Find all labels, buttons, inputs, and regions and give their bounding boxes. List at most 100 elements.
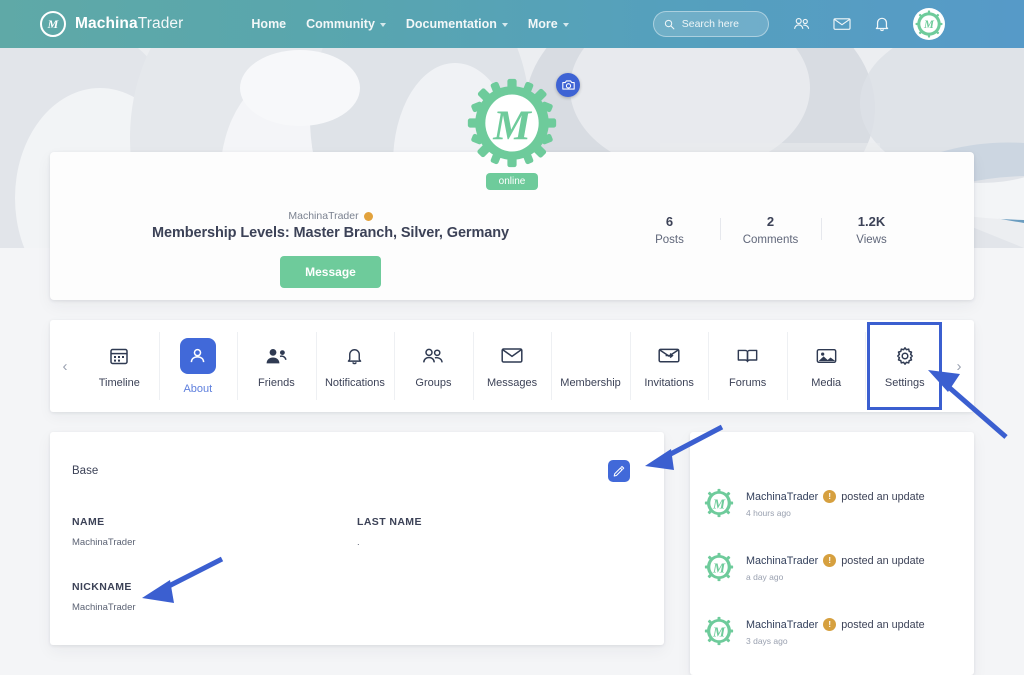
tabs-next-button[interactable]: › xyxy=(944,320,974,412)
stat-views-value: 1.2K xyxy=(857,214,886,229)
verified-badge-icon xyxy=(363,211,373,221)
calendar-icon xyxy=(109,344,129,368)
activity-timestamp: 4 hours ago xyxy=(746,508,791,518)
change-cover-photo-button[interactable] xyxy=(556,73,580,97)
activity-feed-panel: M MachinaTrader ! posted an update 4 hou… xyxy=(690,432,974,675)
stat-posts[interactable]: 6 Posts xyxy=(619,214,720,246)
top-navigation-bar: M MachinaTrader Home Community Documenta… xyxy=(0,0,1024,48)
activity-avatar: M xyxy=(704,616,734,646)
svg-text:M: M xyxy=(712,496,726,511)
tab-membership[interactable]: Membership xyxy=(551,320,630,412)
profile-header-card: M online MachinaTrader Membership Levels… xyxy=(50,73,974,300)
activity-badge-icon: ! xyxy=(823,490,837,503)
field-value-last-name: . xyxy=(357,537,360,548)
tab-forums[interactable]: Forums xyxy=(708,320,787,412)
activity-text: MachinaTrader ! posted an update 3 days … xyxy=(746,616,925,646)
stat-posts-label: Posts xyxy=(655,234,684,246)
profile-stats: 6 Posts 2 Comments 1.2K Views xyxy=(619,214,922,246)
profile-username-row: MachinaTrader xyxy=(102,210,559,222)
bell-icon xyxy=(345,344,364,368)
messages-icon[interactable] xyxy=(833,16,851,32)
nav-label-documentation: Documentation xyxy=(405,17,497,31)
profile-identity: MachinaTrader Membership Levels: Master … xyxy=(102,210,619,288)
main-nav: Home Community Documentation More xyxy=(251,17,569,31)
search-icon xyxy=(664,19,675,29)
tab-friends[interactable]: Friends xyxy=(237,320,316,412)
svg-text:M: M xyxy=(492,103,532,150)
tab-label-friends: Friends xyxy=(258,376,295,389)
brand-logo-link[interactable]: M MachinaTrader xyxy=(40,11,183,37)
profile-membership-line: Membership Levels: Master Branch, Silver… xyxy=(152,225,509,241)
activity-username[interactable]: MachinaTrader xyxy=(746,619,818,631)
search-input[interactable]: Search here xyxy=(652,11,769,37)
tab-messages[interactable]: Messages xyxy=(472,320,552,412)
stat-views[interactable]: 1.2K Views xyxy=(821,214,922,246)
nav-item-home[interactable]: Home xyxy=(251,17,286,31)
activity-line: MachinaTrader ! posted an update xyxy=(746,618,925,631)
tab-groups[interactable]: Groups xyxy=(394,320,473,412)
tab-timeline[interactable]: Timeline xyxy=(80,320,159,412)
brand-name-bold: Machina xyxy=(75,15,138,32)
nav-label-community: Community xyxy=(306,17,375,31)
activity-item[interactable]: M MachinaTrader ! posted an update 3 day… xyxy=(690,616,974,675)
chevron-down-icon xyxy=(562,23,569,27)
activity-text: MachinaTrader ! posted an update a day a… xyxy=(746,552,925,582)
edit-pencil-icon xyxy=(613,465,625,477)
field-label-last-name: LAST NAME xyxy=(357,516,422,528)
svg-text:M: M xyxy=(712,560,726,575)
profile-tab-bar: ‹ Timeline About Friends Notifications G… xyxy=(50,320,974,412)
nav-item-community[interactable]: Community xyxy=(306,17,386,31)
about-card-header: Base xyxy=(50,432,664,482)
tab-label-messages: Messages xyxy=(486,376,538,389)
book-icon xyxy=(737,344,758,368)
activity-username[interactable]: MachinaTrader xyxy=(746,491,818,503)
activity-item[interactable]: M MachinaTrader ! posted an update a day… xyxy=(690,552,974,616)
tab-invitations[interactable]: Invitations xyxy=(629,320,709,412)
activity-badge-icon: ! xyxy=(823,618,837,631)
field-last-name: LAST NAME . xyxy=(357,516,642,548)
field-label-nickname: NICKNAME xyxy=(72,581,132,593)
tab-settings[interactable]: Settings xyxy=(865,320,944,412)
search-placeholder: Search here xyxy=(681,18,739,30)
field-value-name: MachinaTrader xyxy=(72,537,136,548)
account-avatar[interactable]: M xyxy=(912,8,945,40)
message-button[interactable]: Message xyxy=(280,256,381,288)
field-name: NAME MachinaTrader xyxy=(72,516,357,548)
profile-username: MachinaTrader xyxy=(288,210,359,222)
tab-about[interactable]: About xyxy=(158,320,238,412)
tab-label-forums: Forums xyxy=(729,376,767,389)
nav-item-more[interactable]: More xyxy=(528,17,569,31)
stat-comments-label: Comments xyxy=(742,234,799,246)
friend-add-icon xyxy=(265,344,287,368)
tab-notifications[interactable]: Notifications xyxy=(315,320,395,412)
notifications-icon[interactable] xyxy=(873,16,891,32)
envelope-icon xyxy=(501,344,523,368)
nav-label-more: More xyxy=(527,17,558,31)
field-value-nickname: MachinaTrader xyxy=(72,602,136,613)
invitation-icon xyxy=(658,344,680,368)
chevron-down-icon xyxy=(379,23,386,27)
person-icon xyxy=(179,337,216,374)
group-icon xyxy=(422,344,444,368)
stat-views-label: Views xyxy=(856,234,887,246)
activity-timestamp: 3 days ago xyxy=(746,636,788,646)
activity-avatar: M xyxy=(704,552,734,582)
activity-item[interactable]: M MachinaTrader ! posted an update 4 hou… xyxy=(690,488,974,552)
activity-action: posted an update xyxy=(841,554,925,567)
brand-text: MachinaTrader xyxy=(75,15,183,33)
profile-card-content: MachinaTrader Membership Levels: Master … xyxy=(50,152,974,300)
brand-logo-letter: M xyxy=(47,16,59,31)
tab-media[interactable]: Media xyxy=(786,320,866,412)
nav-item-documentation[interactable]: Documentation xyxy=(406,17,508,31)
profile-page: M MachinaTrader Home Community Documenta… xyxy=(0,0,1024,675)
tab-list: Timeline About Friends Notifications Gro… xyxy=(80,320,944,412)
edit-profile-button[interactable] xyxy=(608,460,630,482)
tab-label-invitations: Invitations xyxy=(644,376,694,389)
stat-comments[interactable]: 2 Comments xyxy=(720,214,821,246)
tab-label-groups: Groups xyxy=(415,376,452,389)
friends-icon[interactable] xyxy=(793,16,811,32)
tabs-prev-button[interactable]: ‹ xyxy=(50,320,80,412)
field-label-name: NAME xyxy=(72,516,105,528)
about-base-card: Base NAME MachinaTrader LAST NAME . NICK… xyxy=(50,432,664,645)
activity-username[interactable]: MachinaTrader xyxy=(746,555,818,567)
